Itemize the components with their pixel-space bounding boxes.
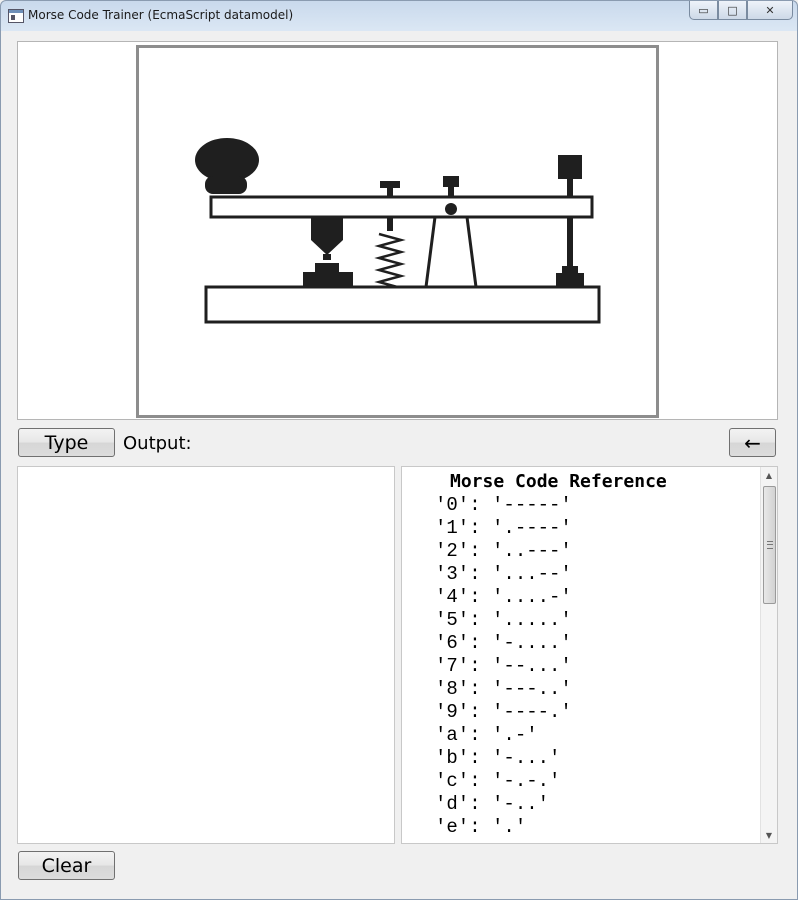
reference-entry: '6': '-....' [435,632,572,654]
reference-entry: 'b': '-...' [435,747,561,769]
reference-title: Morse Code Reference [450,471,667,492]
scroll-down-arrow-icon[interactable]: ▼ [761,827,777,843]
output-textarea[interactable] [17,466,395,844]
title-bar[interactable]: Morse Code Trainer (EcmaScript datamodel… [1,1,798,31]
telegraph-key-icon [195,138,601,324]
maximize-icon: □ [727,3,738,17]
reference-entry: '4': '....-' [435,586,572,608]
reference-entry: '5': '.....' [435,609,572,631]
window-title: Morse Code Trainer (EcmaScript datamodel… [28,8,294,22]
minimize-button[interactable]: ▭ [689,1,718,20]
scroll-thumb[interactable] [763,486,776,604]
minimize-icon: ▭ [698,3,709,17]
morse-reference-panel[interactable]: Morse Code Reference '0': '-----' '1': '… [401,466,778,844]
reference-entry: 'd': '-..' [435,793,550,815]
grip-icon [766,541,773,549]
reference-entry: 'a': '.-' [435,724,538,746]
reference-list: '0': '-----' '1': '.----' '2': '..---' '… [435,494,572,839]
type-button[interactable]: Type [18,428,115,457]
telegraph-key-button[interactable] [136,45,659,418]
reference-entry: '8': '---..' [435,678,572,700]
reference-entry: 'c': '-.-.' [435,770,561,792]
reference-entry: '3': '...--' [435,563,572,585]
reference-entry: 'e': '.' [435,816,527,838]
close-button[interactable]: ✕ [747,1,793,20]
arrow-left-icon: ← [744,430,761,455]
reference-scrollbar[interactable]: ▲ ▼ [760,467,777,843]
scroll-up-arrow-icon[interactable]: ▲ [761,467,777,483]
maximize-button[interactable]: □ [718,1,747,20]
reference-entry: '1': '.----' [435,517,572,539]
reference-entry: '7': '--...' [435,655,572,677]
close-icon: ✕ [765,3,775,17]
output-label: Output: [123,433,192,454]
telegraph-panel [17,41,778,420]
caption-buttons: ▭ □ ✕ [689,1,793,21]
reference-entry: '2': '..---' [435,540,572,562]
reference-entry: '0': '-----' [435,494,572,516]
app-icon [8,9,24,23]
backspace-button[interactable]: ← [729,428,776,457]
clear-button[interactable]: Clear [18,851,115,880]
reference-entry: '9': '----.' [435,701,572,723]
